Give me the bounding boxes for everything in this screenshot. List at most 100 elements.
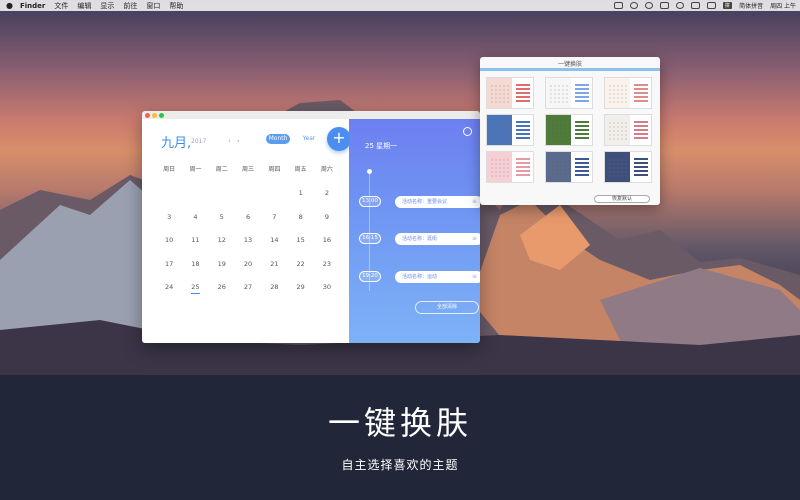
wifi-icon[interactable] <box>691 2 701 9</box>
day-cell[interactable]: 8 <box>287 213 313 237</box>
day-cell[interactable]: 23 <box>314 260 340 284</box>
airplay-icon[interactable] <box>707 2 717 9</box>
skin-preview-grid <box>549 84 569 104</box>
skin-thumbnail[interactable] <box>486 114 534 146</box>
day-cell[interactable]: 20 <box>235 260 261 284</box>
edit-icon[interactable]: ≡ <box>472 196 477 208</box>
day-cell[interactable]: 15 <box>287 236 313 260</box>
day-cell[interactable]: 26 <box>209 283 235 307</box>
event-time: 16:15 <box>359 233 381 244</box>
skin-thumbnail[interactable] <box>604 151 652 183</box>
skin-preview-bars <box>516 158 530 178</box>
skin-preview-bars <box>634 121 648 141</box>
minimize-window-button[interactable] <box>152 113 157 118</box>
window-titlebar[interactable] <box>142 111 480 119</box>
event-card[interactable]: 活动名称：重要会议 ≡ <box>395 196 480 208</box>
day-cell[interactable]: 16 <box>314 236 340 260</box>
selected-date-header: 25 星期一 <box>365 142 398 150</box>
tab-year[interactable]: Year <box>298 134 320 144</box>
menu-window[interactable]: 窗口 <box>146 1 160 11</box>
empty-day-cell <box>235 189 261 213</box>
skin-preview-grid <box>608 158 628 178</box>
skin-thumbnail[interactable] <box>545 77 593 109</box>
edit-icon[interactable]: ≡ <box>472 233 477 245</box>
input-method-label[interactable]: 简体拼音 <box>739 1 763 10</box>
skin-preview-bars <box>634 84 648 104</box>
day-cell[interactable]: 4 <box>182 213 208 237</box>
skin-thumbnail[interactable] <box>604 77 652 109</box>
day-cell[interactable]: 21 <box>261 260 287 284</box>
day-cell[interactable]: 25 <box>182 283 208 307</box>
battery-icon[interactable] <box>660 2 670 9</box>
day-cell[interactable]: 24 <box>156 283 182 307</box>
menu-file[interactable]: 文件 <box>54 1 68 11</box>
menu-go[interactable]: 前往 <box>123 1 137 11</box>
day-cell[interactable]: 9 <box>314 213 340 237</box>
menu-bar: ● Finder 文件 编辑 显示 前往 窗口 帮助 拼 简体拼音 周四 上午 <box>0 0 800 11</box>
event-card[interactable]: 活动名称：运动 ≡ <box>395 271 480 283</box>
edit-icon[interactable]: ≡ <box>472 271 477 283</box>
day-cell[interactable]: 1 <box>287 189 313 213</box>
skin-thumbnail[interactable] <box>545 151 593 183</box>
add-event-button[interactable]: + <box>327 127 351 151</box>
weekday-label: 周四 <box>268 166 281 173</box>
palette-icon[interactable] <box>463 127 472 136</box>
day-cell[interactable]: 14 <box>261 236 287 260</box>
day-cell[interactable]: 22 <box>287 260 313 284</box>
menu-app-name[interactable]: Finder <box>20 2 45 10</box>
skin-thumbnail[interactable] <box>486 151 534 183</box>
day-cell[interactable]: 18 <box>182 260 208 284</box>
day-cell[interactable]: 29 <box>287 283 313 307</box>
event-time: 19:20 <box>359 271 381 282</box>
weekday-header: 周日 周一 周二 周三 周四 周五 周六 <box>156 164 340 173</box>
menu-view[interactable]: 显示 <box>100 1 114 11</box>
sync-icon[interactable] <box>630 2 639 9</box>
day-cell[interactable]: 19 <box>209 260 235 284</box>
day-cell[interactable]: 6 <box>235 213 261 237</box>
close-window-button[interactable] <box>145 113 150 118</box>
weekday-label: 周一 <box>189 166 202 173</box>
promo-subtitle: 自主选择喜欢的主题 <box>341 458 459 472</box>
day-cell[interactable]: 10 <box>156 236 182 260</box>
day-cell[interactable]: 27 <box>235 283 261 307</box>
day-cell[interactable]: 13 <box>235 236 261 260</box>
day-schedule-panel: 25 星期一 13:00 活动名称：重要会议 ≡ 16:15 活动名称：逛街 ≡… <box>349 119 480 343</box>
zoom-window-button[interactable] <box>159 113 164 118</box>
menu-edit[interactable]: 编辑 <box>77 1 91 11</box>
day-cell[interactable]: 11 <box>182 236 208 260</box>
apple-menu-icon[interactable]: ● <box>6 1 14 10</box>
day-cell[interactable]: 28 <box>261 283 287 307</box>
month-view: 九月, 2017 ‹ › Month Year + 周日 周一 周二 周三 周四… <box>142 119 351 343</box>
menubar-clock[interactable]: 周四 上午 <box>770 1 796 10</box>
event-card[interactable]: 活动名称：逛街 ≡ <box>395 233 480 245</box>
skin-thumbnail[interactable] <box>604 114 652 146</box>
promo-title: 一键换肤 <box>327 404 472 442</box>
day-cell[interactable]: 17 <box>156 260 182 284</box>
app-status-icon[interactable] <box>614 2 624 9</box>
skin-picker-title: 一键换肤 <box>557 61 582 68</box>
weekday-label: 周日 <box>163 166 176 173</box>
empty-day-cell <box>156 189 182 213</box>
skin-thumbnail[interactable] <box>545 114 593 146</box>
day-cell[interactable]: 12 <box>209 236 235 260</box>
day-cell[interactable]: 30 <box>314 283 340 307</box>
weekday-label: 周六 <box>320 166 333 173</box>
skin-thumbnail[interactable] <box>486 77 534 109</box>
tab-month[interactable]: Month <box>266 134 290 144</box>
empty-day-cell <box>209 189 235 213</box>
bluetooth-icon[interactable] <box>676 2 685 9</box>
year-label: 2017 <box>191 138 207 145</box>
day-cell[interactable]: 3 <box>156 213 182 237</box>
day-cell[interactable]: 2 <box>314 189 340 213</box>
month-nav-arrows[interactable]: ‹ › <box>228 137 242 145</box>
menu-help[interactable]: 帮助 <box>169 1 183 11</box>
day-cell[interactable]: 5 <box>209 213 235 237</box>
event-time: 13:00 <box>359 196 381 207</box>
restore-default-button[interactable]: 恢复默认 <box>594 195 650 203</box>
time-machine-icon[interactable] <box>645 2 654 9</box>
input-method-icon[interactable]: 拼 <box>723 2 733 9</box>
skin-preview-grid <box>490 121 510 141</box>
skin-preview-bars <box>516 121 530 141</box>
clear-all-button[interactable]: 全部清除 <box>415 301 479 314</box>
day-cell[interactable]: 7 <box>261 213 287 237</box>
